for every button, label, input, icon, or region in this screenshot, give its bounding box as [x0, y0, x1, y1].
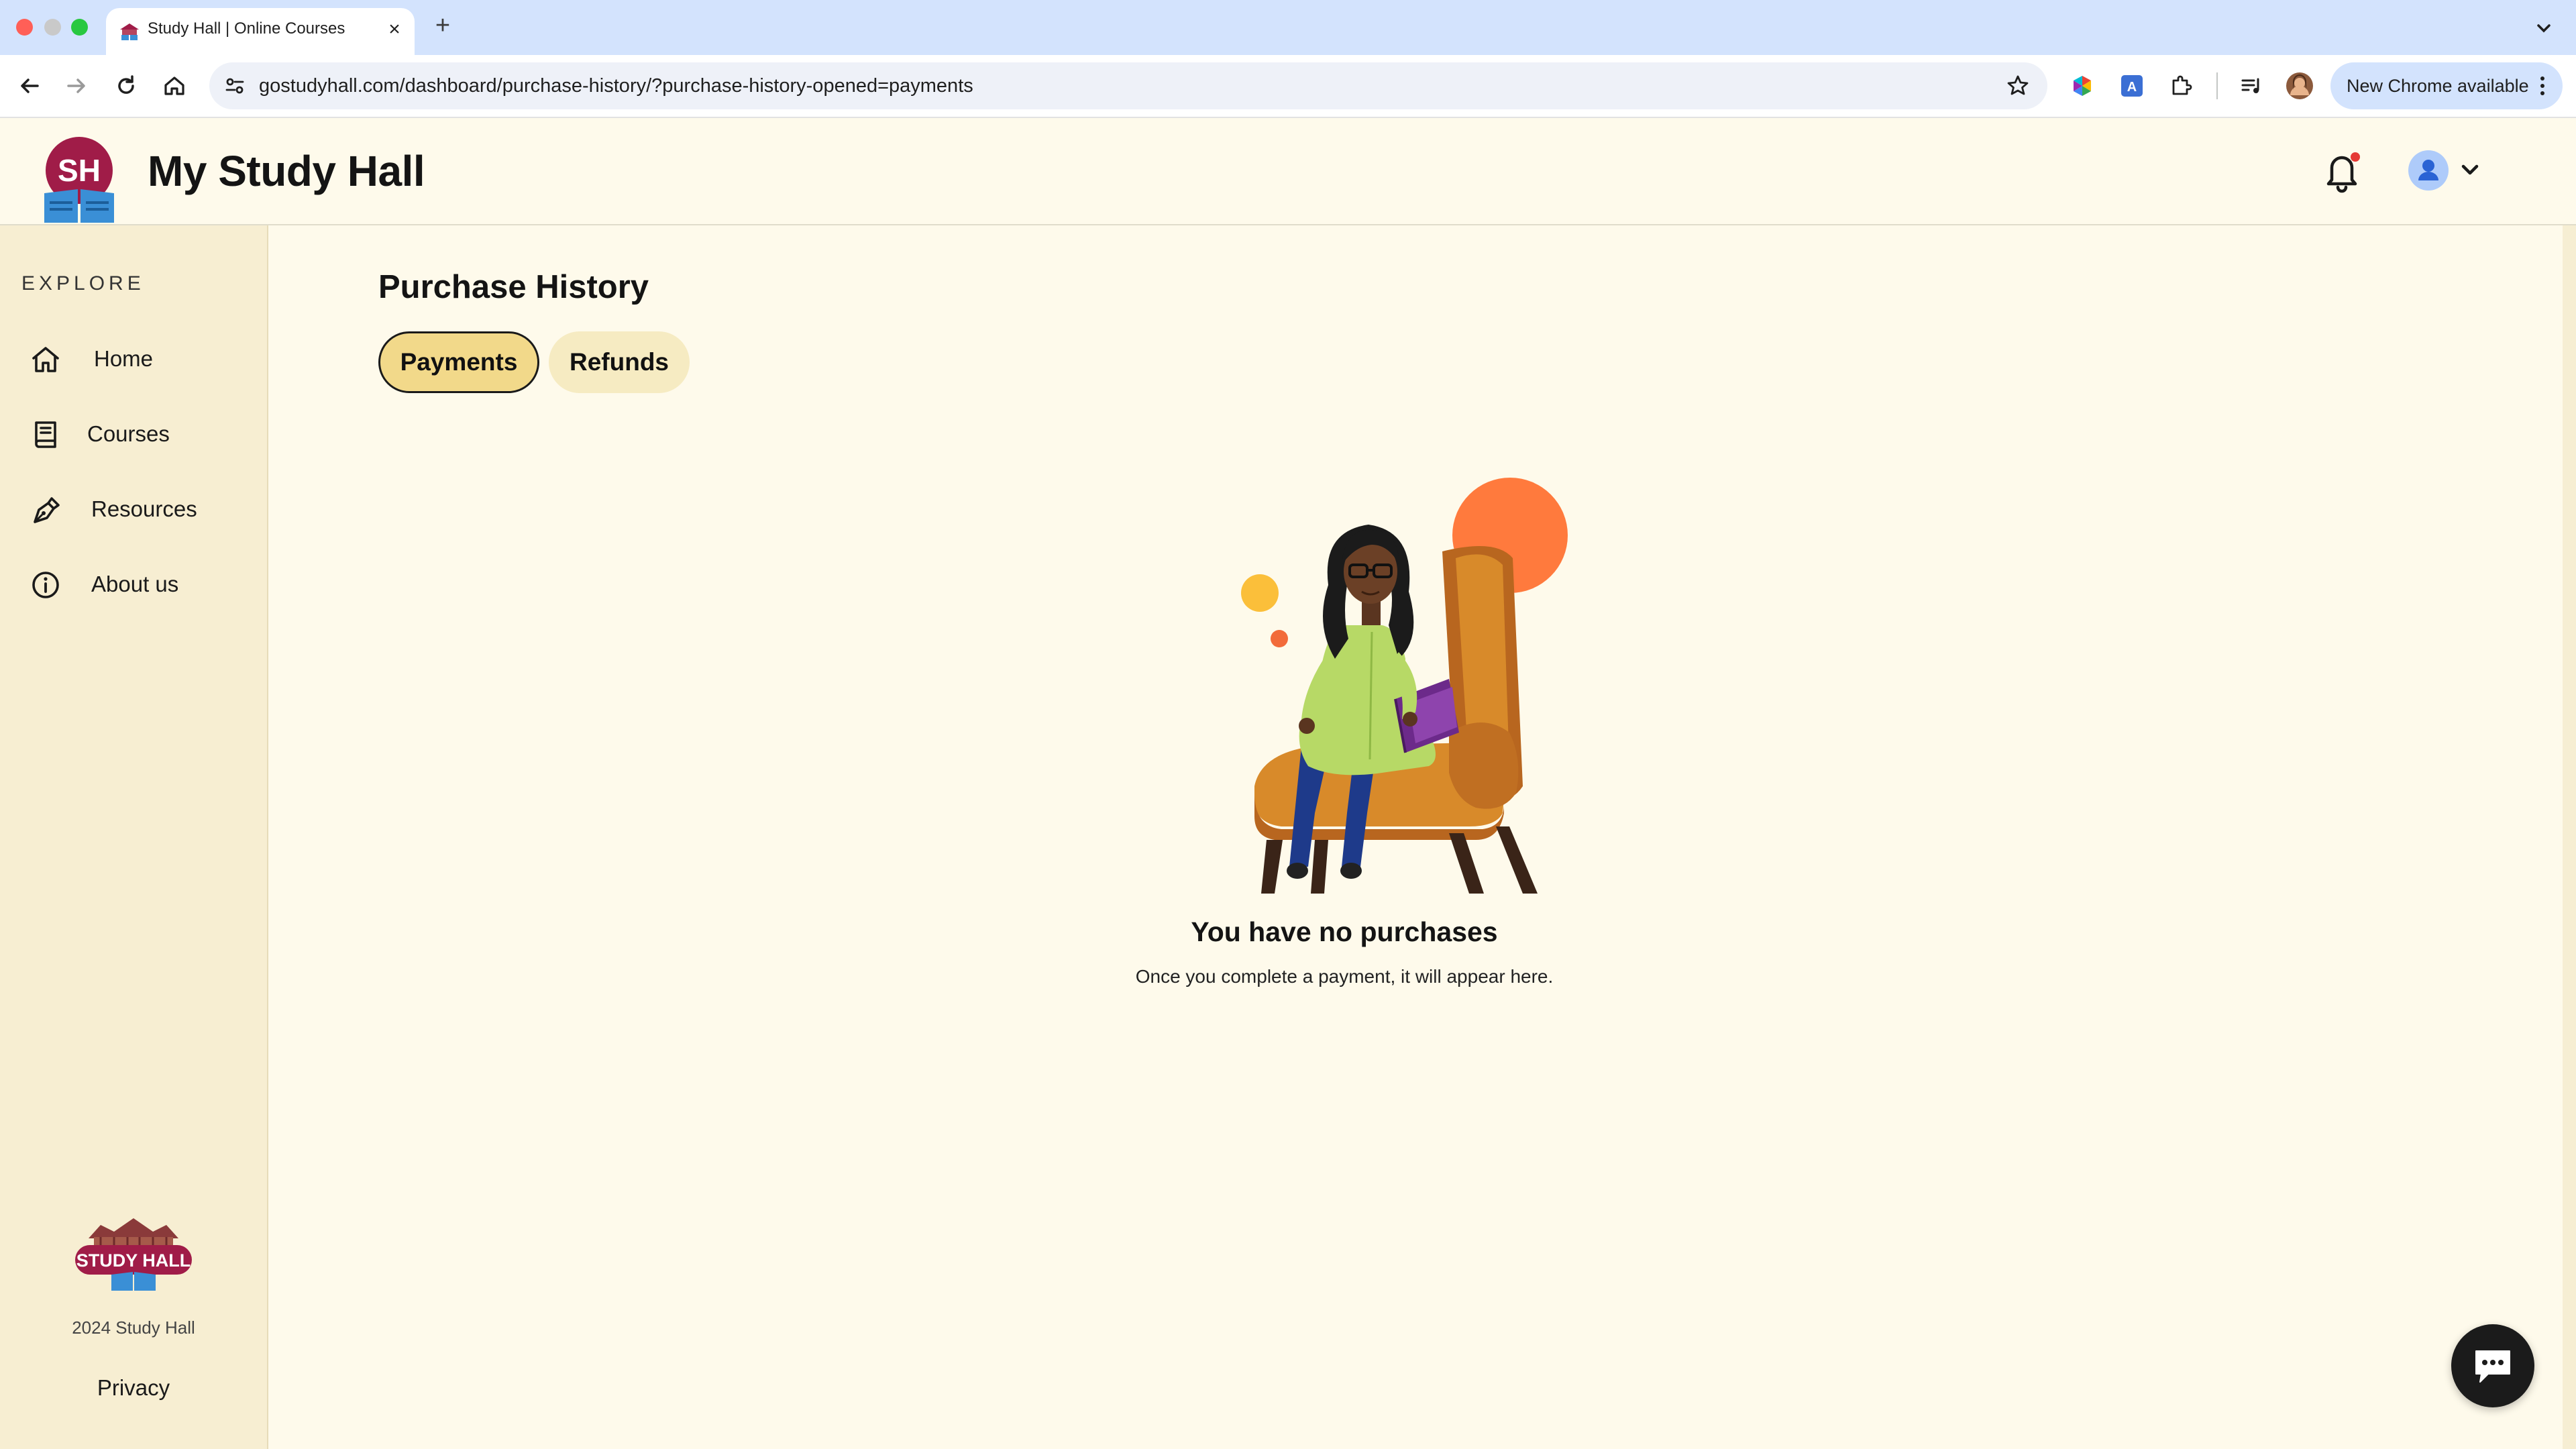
page-title: Purchase History	[378, 269, 649, 305]
browser-toolbar: gostudyhall.com/dashboard/purchase-histo…	[0, 55, 2576, 118]
extension-color-button[interactable]	[2063, 67, 2101, 105]
notification-dot	[2351, 152, 2360, 162]
bookmark-star-icon[interactable]	[2004, 72, 2031, 99]
logo-monogram: SH	[58, 153, 101, 188]
tab-search-button[interactable]	[2529, 13, 2559, 43]
sidebar-item-courses[interactable]: Courses	[0, 400, 267, 467]
user-menu-button[interactable]	[2404, 145, 2485, 196]
extension-a-button[interactable]: A	[2113, 67, 2151, 105]
tab-payments[interactable]: Payments	[378, 331, 539, 393]
sidebar-item-resources[interactable]: Resources	[0, 475, 267, 542]
reload-button[interactable]	[107, 67, 145, 105]
chat-bubble-icon	[2475, 1350, 2510, 1383]
footer-logo-text: STUDY HALL	[76, 1250, 191, 1271]
browser-tab-strip: Study Hall | Online Courses × +	[0, 0, 2576, 55]
extension-a-icon: A	[2121, 75, 2143, 97]
main-content: Purchase History Payments Refunds You ha…	[268, 225, 2563, 1449]
study-hall-favicon-icon	[120, 23, 139, 40]
site-info-icon[interactable]	[223, 74, 247, 98]
empty-state-title: You have no purchases	[1191, 916, 1498, 947]
extensions-button[interactable]	[2163, 67, 2200, 105]
info-icon	[32, 572, 59, 598]
notifications-button[interactable]	[2321, 148, 2363, 195]
chat-support-button[interactable]	[2451, 1324, 2534, 1407]
tab-close-icon[interactable]: ×	[382, 17, 407, 42]
app-header: SH My Study Hall	[0, 118, 2576, 225]
window-zoom-button[interactable]	[71, 19, 88, 36]
more-icon[interactable]	[2536, 74, 2549, 98]
extension-color-icon	[2074, 76, 2091, 96]
study-hall-logo[interactable]: SH	[40, 136, 118, 223]
profile-avatar-button[interactable]	[2281, 67, 2318, 105]
reload-icon	[118, 75, 134, 94]
new-tab-button[interactable]: +	[429, 12, 456, 39]
forward-button[interactable]	[58, 67, 95, 105]
home-icon	[32, 347, 59, 372]
sidebar-item-label: Resources	[91, 496, 197, 521]
study-hall-footer-logo[interactable]: STUDY HALL	[74, 1212, 193, 1292]
tab-refunds[interactable]: Refunds	[549, 331, 690, 393]
forward-icon	[67, 78, 85, 93]
sidebar-item-label: Home	[94, 346, 154, 371]
home-icon	[164, 76, 184, 95]
privacy-link[interactable]: Privacy	[0, 1375, 267, 1401]
back-button[interactable]	[11, 67, 48, 105]
puzzle-icon	[2172, 75, 2192, 95]
page-scrollbar[interactable]	[2563, 225, 2576, 1449]
bell-icon	[2326, 152, 2360, 193]
toolbar-divider	[2216, 72, 2218, 99]
app-title[interactable]: My Study Hall	[148, 146, 425, 196]
media-icon	[2241, 78, 2259, 93]
media-controls-button[interactable]	[2233, 67, 2270, 105]
profile-avatar-icon	[2286, 72, 2313, 99]
sidebar: EXPLORE Home Courses Resources About us	[0, 225, 268, 1449]
sidebar-item-home[interactable]: Home	[0, 325, 267, 392]
copyright-text: 2024 Study Hall	[72, 1318, 195, 1338]
update-label: New Chrome available	[2347, 76, 2529, 96]
browser-tab[interactable]: Study Hall | Online Courses ×	[106, 8, 415, 55]
svg-text:A: A	[2127, 80, 2137, 95]
user-avatar-icon	[2408, 150, 2479, 191]
pen-icon	[34, 497, 60, 523]
url-text[interactable]: gostudyhall.com/dashboard/purchase-histo…	[259, 75, 973, 97]
sidebar-item-label: Courses	[87, 421, 170, 446]
empty-state-message: Once you complete a payment, it will app…	[1135, 966, 1554, 987]
window-close-button[interactable]	[16, 19, 33, 36]
tab-title: Study Hall | Online Courses	[148, 19, 345, 38]
book-icon	[35, 421, 56, 448]
back-icon	[21, 78, 39, 93]
new-chrome-available-button[interactable]: New Chrome available	[2330, 62, 2563, 109]
home-button[interactable]	[156, 67, 193, 105]
window-minimize-button[interactable]	[44, 19, 61, 36]
chevron-down-icon	[2537, 24, 2551, 33]
sidebar-section-label: EXPLORE	[21, 272, 145, 294]
empty-state-illustration	[1241, 478, 1568, 894]
sidebar-item-label: About us	[91, 572, 179, 596]
sidebar-item-about-us[interactable]: About us	[0, 550, 267, 617]
address-bar[interactable]: gostudyhall.com/dashboard/purchase-histo…	[209, 62, 2047, 109]
